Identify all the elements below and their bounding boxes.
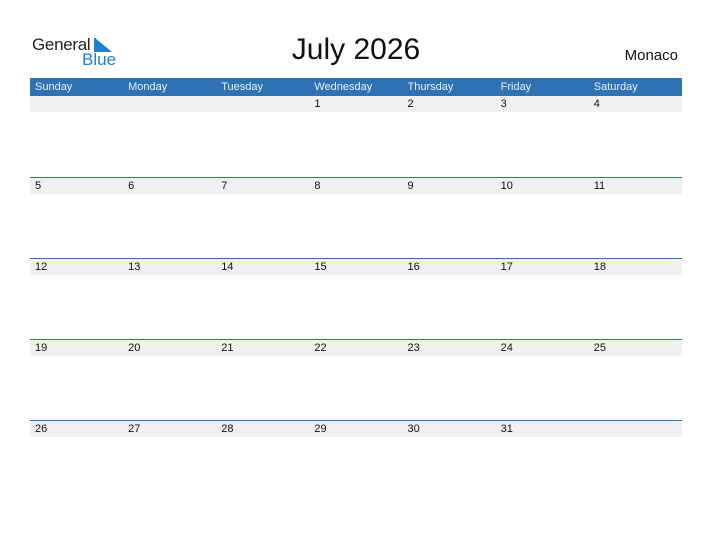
day-cell: 26	[35, 423, 48, 435]
weekday-sunday: Sunday	[35, 81, 73, 93]
day-cell	[589, 421, 682, 437]
weekday-wednesday: Wednesday	[314, 81, 373, 93]
day-cell: 31	[500, 423, 513, 435]
weekday-monday: Monday	[128, 81, 168, 93]
day-cell: 6	[128, 180, 135, 192]
date-band: 1 2 3 4	[30, 96, 682, 112]
day-cell: 4	[593, 98, 600, 110]
weekday-header: Sunday Monday Tuesday Wednesday Thursday…	[30, 78, 682, 96]
week-row: 5 6 7 8 9 10 11	[30, 177, 682, 258]
weekday-friday: Friday	[500, 81, 532, 93]
day-cell: 19	[35, 342, 48, 354]
day-cell: 27	[128, 423, 141, 435]
day-cell: 9	[407, 180, 414, 192]
calendar-title: July 2026	[291, 33, 421, 66]
week-row: 19 20 21 22 23 24 25	[30, 339, 682, 420]
day-cell	[216, 96, 309, 112]
day-cell: 11	[593, 180, 606, 192]
day-cell: 28	[221, 423, 234, 435]
day-cell	[123, 96, 216, 112]
day-cell: 7	[221, 180, 228, 192]
date-band: 19 20 21 22 23 24 25	[30, 340, 682, 356]
date-band: 26 27 28 29 30 31	[30, 421, 682, 437]
day-cell: 1	[314, 98, 321, 110]
day-cell: 3	[500, 98, 507, 110]
day-cell: 14	[221, 261, 234, 273]
day-cell: 30	[407, 423, 420, 435]
day-cell: 23	[407, 342, 420, 354]
date-band: 12 13 14 15 16 17 18	[30, 259, 682, 275]
country-label: Monaco	[624, 47, 678, 64]
day-cell: 29	[314, 423, 327, 435]
day-cell: 12	[35, 261, 48, 273]
day-cell: 13	[128, 261, 141, 273]
week-row: 1 2 3 4	[30, 96, 682, 177]
day-cell	[30, 96, 123, 112]
weekday-thursday: Thursday	[407, 81, 454, 93]
day-cell: 5	[35, 180, 42, 192]
day-cell: 8	[314, 180, 321, 192]
day-cell: 10	[500, 180, 513, 192]
date-band: 5 6 7 8 9 10 11	[30, 178, 682, 194]
day-cell: 2	[407, 98, 414, 110]
week-row: 26 27 28 29 30 31	[30, 420, 682, 501]
day-cell: 21	[221, 342, 234, 354]
weekday-saturday: Saturday	[593, 81, 638, 93]
day-cell: 24	[500, 342, 513, 354]
day-cell: 18	[593, 261, 606, 273]
day-cell: 20	[128, 342, 141, 354]
week-row: 12 13 14 15 16 17 18	[30, 258, 682, 339]
day-cell: 22	[314, 342, 327, 354]
calendar-grid: Sunday Monday Tuesday Wednesday Thursday…	[30, 78, 682, 501]
weekday-tuesday: Tuesday	[221, 81, 264, 93]
day-cell: 17	[500, 261, 513, 273]
day-cell: 16	[407, 261, 420, 273]
day-cell: 15	[314, 261, 327, 273]
day-cell: 25	[593, 342, 606, 354]
